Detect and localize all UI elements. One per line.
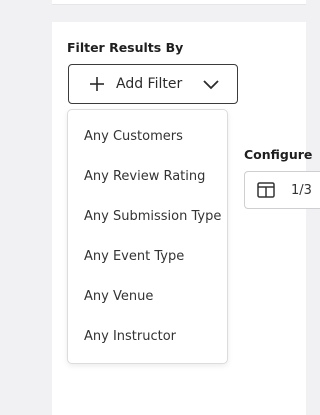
filter-option-customers[interactable]: Any Customers bbox=[84, 129, 183, 144]
add-filter-label: Add Filter bbox=[116, 76, 183, 92]
filter-option-submission-type[interactable]: Any Submission Type bbox=[84, 209, 221, 224]
configure-heading: Configure bbox=[244, 147, 313, 162]
add-filter-button[interactable]: Add Filter bbox=[68, 64, 238, 104]
filter-dropdown-menu: Any Customers Any Review Rating Any Subm… bbox=[67, 109, 228, 364]
filter-results-heading: Filter Results By bbox=[67, 40, 184, 55]
date-range-value: 1/3 bbox=[291, 183, 312, 198]
plus-icon bbox=[90, 77, 104, 91]
filter-option-venue[interactable]: Any Venue bbox=[84, 289, 153, 304]
date-range-field[interactable]: 1/3 bbox=[244, 171, 320, 209]
filter-option-instructor[interactable]: Any Instructor bbox=[84, 329, 176, 344]
chevron-down-icon bbox=[203, 80, 219, 90]
filter-option-event-type[interactable]: Any Event Type bbox=[84, 249, 184, 264]
calendar-icon bbox=[257, 182, 275, 198]
filter-option-review-rating[interactable]: Any Review Rating bbox=[84, 169, 205, 184]
top-panel bbox=[52, 0, 306, 5]
